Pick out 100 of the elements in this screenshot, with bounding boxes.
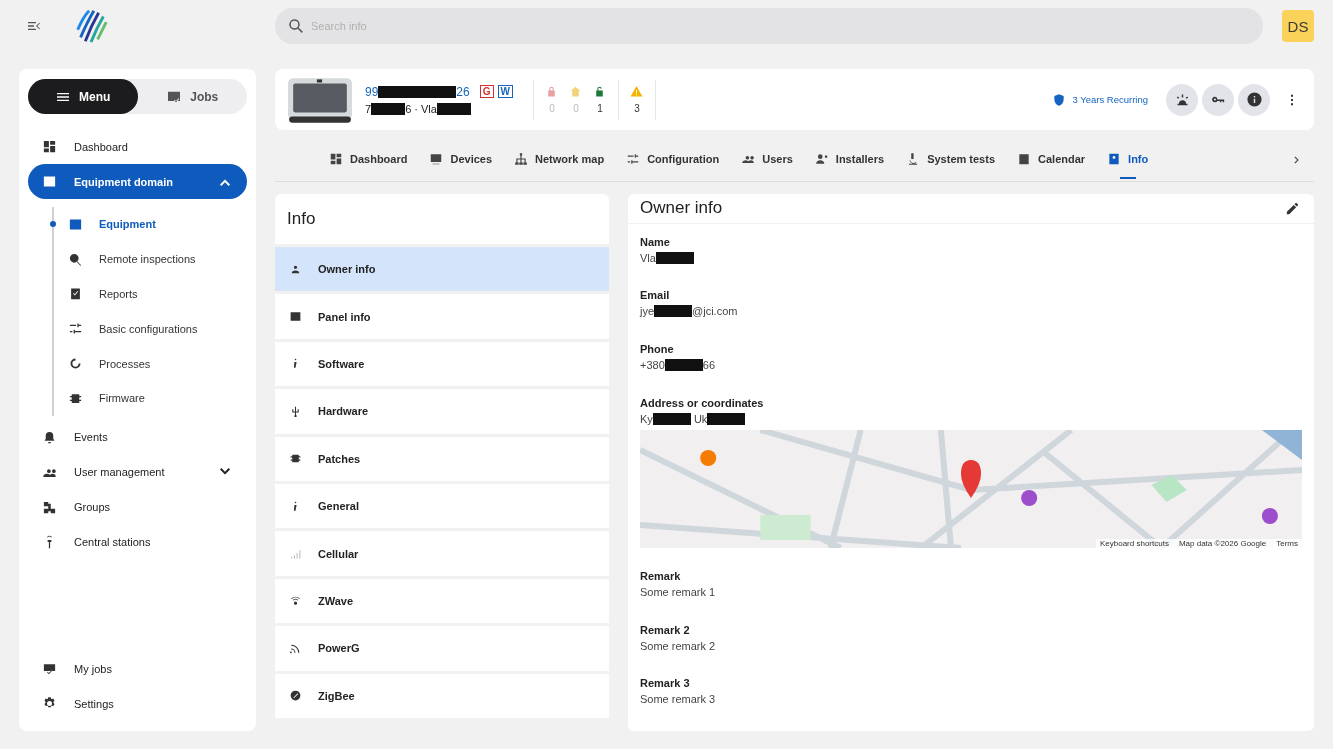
field-value: +380 66	[640, 359, 717, 372]
sidebar-item[interactable]: Events	[28, 419, 247, 455]
serial-number-link[interactable]: 99 26	[365, 84, 470, 99]
info-icon	[1245, 91, 1263, 108]
tab-icon	[1107, 151, 1122, 166]
info-list-item[interactable]: Owner info	[275, 247, 609, 292]
warning-icon	[630, 85, 644, 98]
map-attribution-link[interactable]: Keyboard shortcuts	[1100, 539, 1169, 549]
sidebar-item[interactable]: Groups	[28, 489, 247, 525]
map-attribution-link[interactable]: Map data ©2026 Google	[1178, 539, 1267, 549]
redaction-bar	[654, 305, 693, 318]
field-value: Vla	[640, 251, 1302, 264]
key-button[interactable]	[1202, 83, 1234, 116]
sidebar-subitem[interactable]: Basic configurations	[54, 311, 247, 347]
item-icon	[289, 594, 302, 608]
sidebar-subitem[interactable]: Equipment	[54, 207, 247, 242]
map-view[interactable]: Keyboard shortcuts Map data ©2026 Google Terms	[640, 430, 1302, 549]
sidebar-subitem[interactable]: Firmware	[54, 381, 247, 416]
info-list-item[interactable]: ZWave	[275, 578, 609, 624]
info-list-item[interactable]: Software	[275, 341, 609, 387]
counter-value: 0	[573, 103, 579, 114]
tab[interactable]: Dashboard	[318, 138, 419, 181]
sidebar-item[interactable]: Dashboard	[28, 129, 247, 164]
warning-count: 3	[634, 103, 640, 114]
field-value: jye @jci.com	[640, 305, 739, 318]
item-icon	[289, 547, 302, 561]
info-list-item[interactable]: Cellular	[275, 531, 609, 576]
field-value: Some remark 1	[640, 586, 717, 599]
tab[interactable]: Users	[730, 138, 804, 181]
nav-icon	[42, 139, 57, 154]
redaction-bar	[436, 102, 471, 115]
tab[interactable]: Configuration	[615, 138, 731, 181]
info-list-item[interactable]: ZigBee	[275, 673, 609, 718]
item-icon	[289, 310, 302, 324]
redaction-bar	[707, 412, 746, 425]
letter-badge: W	[497, 85, 513, 98]
info-list-item[interactable]: Panel info	[275, 294, 609, 339]
panel-title: Info	[287, 209, 316, 229]
tab-icon	[1017, 151, 1031, 166]
card-title: Owner info	[640, 198, 723, 219]
field-label: Address or coordinates	[640, 396, 765, 409]
tab-icon	[329, 151, 343, 166]
map-attribution-link[interactable]: Terms	[1276, 539, 1298, 549]
search-icon	[287, 17, 305, 35]
tab[interactable]: System tests	[895, 138, 1006, 181]
field-label: Name	[640, 235, 671, 248]
letter-badge: G	[479, 85, 494, 98]
menu-tab[interactable]: Menu	[28, 79, 138, 114]
tab[interactable]: Network map	[503, 138, 616, 181]
nav-icon	[68, 356, 83, 372]
sidebar-subitem[interactable]: Processes	[54, 346, 247, 381]
sidebar-item[interactable]: Equipment domain	[28, 164, 247, 199]
subscription-link[interactable]: 3 Years Recurring	[1072, 94, 1148, 105]
field-label: Email	[640, 289, 671, 302]
info-list-item[interactable]: General	[275, 483, 609, 529]
jobs-tab[interactable]: Jobs	[137, 79, 247, 114]
nav-icon	[68, 321, 83, 337]
sidebar-item[interactable]: User management	[28, 454, 247, 490]
nav-icon	[42, 661, 57, 676]
sidebar-item[interactable]: Settings	[28, 686, 247, 721]
info-list-item[interactable]: Hardware	[275, 389, 609, 434]
tab[interactable]: Installers	[803, 138, 896, 181]
nav-icon	[42, 429, 57, 445]
nav-icon	[42, 499, 57, 515]
item-icon	[289, 689, 302, 703]
tab[interactable]: Devices	[418, 138, 504, 181]
counter-value: 1	[597, 103, 603, 114]
field-label: Remark 2	[640, 623, 691, 636]
sidebar-subitem[interactable]: Remote inspections	[54, 241, 247, 277]
field-label: Remark 3	[640, 677, 691, 690]
redaction-bar	[371, 102, 406, 115]
field-value: Ky Uk	[640, 412, 1302, 425]
info-button[interactable]	[1238, 83, 1270, 116]
active-dot	[50, 221, 56, 227]
redaction-bar	[652, 412, 691, 425]
tab-icon	[514, 151, 529, 166]
info-list-item[interactable]: Patches	[275, 436, 609, 481]
counter-value: 0	[549, 103, 555, 114]
control-panel-drawing	[287, 76, 353, 123]
redaction-bar	[655, 251, 694, 264]
sidebar-item[interactable]: Central stations	[28, 524, 247, 560]
sidebar-item[interactable]: My jobs	[28, 651, 247, 686]
tab[interactable]: Calendar	[1006, 138, 1097, 181]
item-icon	[289, 404, 302, 418]
nav-icon	[68, 286, 83, 302]
redaction-bar	[664, 359, 703, 372]
tab-icon	[626, 151, 641, 166]
siren-button[interactable]	[1166, 83, 1198, 116]
user-avatar[interactable]: DS	[1282, 10, 1314, 42]
field-label: Phone	[640, 343, 675, 356]
field-value: Some remark 2	[640, 639, 717, 652]
field-value: Some remark 3	[640, 693, 717, 706]
field-label: Remark	[640, 570, 682, 583]
nav-icon	[68, 251, 83, 267]
info-list-item[interactable]: PowerG	[275, 626, 609, 671]
sidebar-subitem[interactable]: Reports	[54, 276, 247, 312]
device-subtitle: 7 6 · Vla	[365, 102, 513, 115]
edit-icon[interactable]	[1285, 200, 1300, 216]
shield-star-icon	[1052, 92, 1067, 107]
nav-icon	[42, 174, 57, 189]
